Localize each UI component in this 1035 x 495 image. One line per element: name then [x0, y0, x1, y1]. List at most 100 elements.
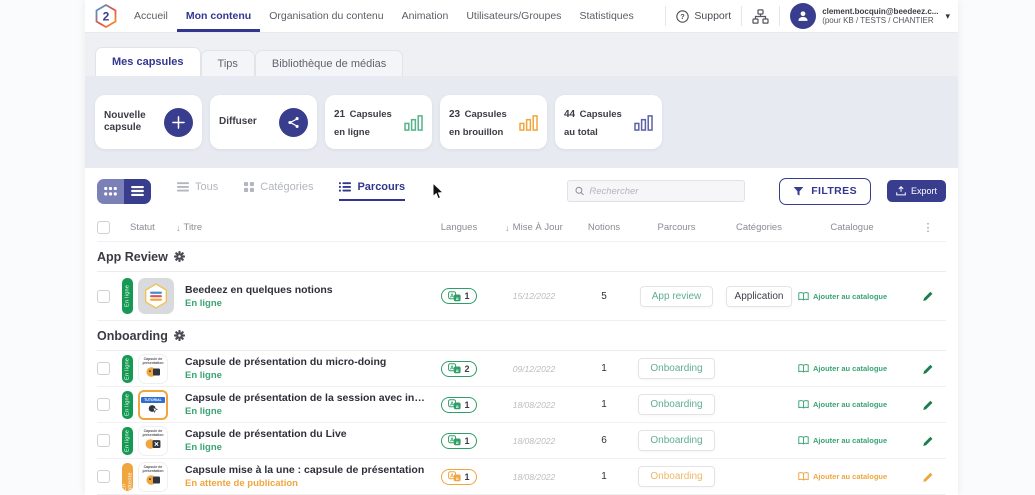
col-categories[interactable]: Catégories — [724, 222, 794, 233]
capsules-en-ligne-card[interactable]: 21 Capsules en ligne — [325, 95, 432, 149]
col-notions[interactable]: Notions — [579, 222, 629, 233]
user-scope: (pour KB / TESTS / CHANTIER — [822, 16, 938, 25]
edit-button[interactable] — [922, 471, 934, 483]
col-statut[interactable]: Statut — [122, 222, 176, 233]
add-to-catalogue-link[interactable]: Ajouter au catalogue — [798, 292, 887, 301]
col-parcours[interactable]: Parcours — [629, 222, 724, 233]
edit-button[interactable] — [922, 399, 934, 411]
view-toggle[interactable] — [97, 179, 151, 204]
parcours-chip[interactable]: Onboarding — [638, 358, 714, 379]
table-row[interactable]: En ligne Capsule de présentation Capsule… — [97, 351, 946, 387]
tab-tips[interactable]: Tips — [201, 50, 255, 76]
col-catalogue[interactable]: Catalogue — [794, 222, 910, 233]
user-info[interactable]: clement.bocquin@beedeez.c... (pour KB / … — [822, 7, 938, 25]
select-all-checkbox[interactable] — [97, 221, 110, 234]
language-badge[interactable]: Aa 1 — [441, 397, 476, 413]
filter-tab-categories[interactable]: Catégories — [244, 181, 313, 201]
updated-date: 15/12/2022 — [513, 291, 556, 301]
header-right: ? Support clement — [655, 0, 950, 32]
capsule-title[interactable]: Beedeez en quelques notions — [185, 284, 333, 296]
diffuser-card[interactable]: Diffuser — [210, 95, 317, 149]
row-checkbox[interactable] — [97, 434, 110, 447]
language-badge[interactable]: Aa 1 — [441, 433, 476, 449]
add-to-catalogue-link[interactable]: Ajouter au catalogue — [798, 364, 887, 373]
edit-button[interactable] — [922, 363, 934, 375]
parcours-chip[interactable]: Onboarding — [638, 430, 714, 451]
language-badge[interactable]: Aa 2 — [441, 361, 476, 377]
row-checkbox[interactable] — [97, 398, 110, 411]
table-row[interactable]: En ligne Beedeez en quelques notions En … — [97, 272, 946, 321]
grid-view-icon[interactable] — [97, 179, 124, 204]
capsule-title[interactable]: Capsule mise à la une : capsule de prése… — [185, 464, 424, 476]
capsule-thumbnail[interactable]: Capsule de présentation — [138, 354, 168, 384]
add-to-catalogue-link[interactable]: Ajouter au catalogue — [798, 400, 887, 409]
edit-button[interactable] — [922, 290, 934, 302]
mascot-icon — [144, 473, 162, 487]
col-titre[interactable]: ↓ Titre — [176, 222, 429, 233]
row-checkbox[interactable] — [97, 362, 110, 375]
language-badge[interactable]: Aa 1 — [441, 469, 476, 485]
svg-text:A: A — [450, 474, 454, 480]
add-to-catalogue-link[interactable]: Ajouter au catalogue — [798, 472, 887, 481]
gear-icon[interactable] — [174, 251, 185, 262]
add-capsule-button[interactable] — [164, 108, 193, 137]
parcours-chip[interactable]: App review — [640, 286, 713, 307]
capsules-brouillon-card[interactable]: 23 Capsules en brouillon — [440, 95, 547, 149]
gear-icon[interactable] — [174, 330, 185, 341]
avatar[interactable] — [790, 3, 816, 29]
search-box[interactable] — [567, 180, 745, 202]
capsule-title[interactable]: Capsule de présentation de la session av… — [185, 392, 429, 404]
kebab-menu-icon[interactable]: ⋮ — [923, 221, 934, 234]
capsule-thumbnail[interactable]: Capsule de présentation — [138, 462, 168, 492]
sort-desc-icon: ↓ — [505, 223, 510, 233]
col-langues[interactable]: Langues — [429, 222, 489, 233]
nouvelle-capsule-card[interactable]: Nouvelle capsule — [95, 95, 202, 149]
table-row[interactable]: En ligne Capsule de présentation Capsule… — [97, 423, 946, 459]
nav-statistiques[interactable]: Statistiques — [570, 0, 642, 32]
tab-mes-capsules[interactable]: Mes capsules — [95, 47, 201, 76]
col-mise-a-jour[interactable]: ↓ Mise À Jour — [489, 222, 579, 233]
section-onboarding: Onboarding — [97, 321, 946, 351]
book-icon — [798, 400, 809, 409]
edit-button[interactable] — [922, 435, 934, 447]
parcours-chip[interactable]: Onboarding — [638, 394, 714, 415]
filter-tab-parcours[interactable]: Parcours — [339, 181, 405, 201]
capsule-thumbnail[interactable] — [138, 278, 174, 314]
bar-chart-icon — [634, 114, 653, 131]
nav-organisation[interactable]: Organisation du contenu — [260, 0, 392, 32]
tab-bibliotheque-medias[interactable]: Bibliothèque de médias — [255, 50, 403, 76]
parcours-chip[interactable]: Onboarding — [638, 466, 714, 487]
mascot-icon — [144, 365, 162, 379]
count-total: 44 — [564, 109, 575, 120]
stats-card-bar: Nouvelle capsule Diffuser 21 Capsules en… — [85, 76, 958, 168]
nav-accueil[interactable]: Accueil — [125, 0, 177, 32]
filter-tab-tous[interactable]: Tous — [177, 181, 218, 201]
org-chart-icon[interactable] — [752, 9, 769, 24]
row-checkbox[interactable] — [97, 290, 110, 303]
chevron-down-icon[interactable]: ▾ — [945, 11, 950, 22]
nav-utilisateurs[interactable]: Utilisateurs/Groupes — [457, 0, 570, 32]
status-badge: En ligne — [122, 278, 133, 314]
support-button[interactable]: ? Support — [676, 10, 731, 23]
list-view-icon[interactable] — [124, 179, 151, 204]
capsule-thumbnail[interactable]: TUTORIAL — [138, 390, 168, 420]
table-row[interactable]: En attente Capsule de présentation Capsu… — [97, 459, 946, 495]
language-badge[interactable]: Aa 1 — [441, 288, 476, 304]
export-button[interactable]: Export — [887, 180, 946, 202]
share-button[interactable] — [279, 108, 308, 137]
row-checkbox[interactable] — [97, 470, 110, 483]
status-badge: En ligne — [122, 391, 133, 419]
capsule-thumbnail[interactable]: Capsule de présentation — [138, 426, 168, 456]
category-chip[interactable]: Application — [726, 286, 793, 307]
nav-animation[interactable]: Animation — [393, 0, 458, 32]
search-input[interactable] — [589, 186, 737, 197]
capsule-title[interactable]: Capsule de présentation du micro-doing — [185, 356, 386, 368]
beedeez-logo[interactable]: 2 — [93, 0, 125, 32]
filters-button[interactable]: FILTRES — [779, 178, 871, 205]
add-to-catalogue-link[interactable]: Ajouter au catalogue — [798, 436, 887, 445]
table-row[interactable]: En ligne TUTORIAL Capsule de présentatio… — [97, 387, 946, 423]
capsule-title[interactable]: Capsule de présentation du Live — [185, 428, 347, 440]
svg-text:?: ? — [681, 12, 686, 21]
nav-mon-contenu[interactable]: Mon contenu — [177, 0, 260, 32]
capsules-total-card[interactable]: 44 Capsules au total — [555, 95, 662, 149]
